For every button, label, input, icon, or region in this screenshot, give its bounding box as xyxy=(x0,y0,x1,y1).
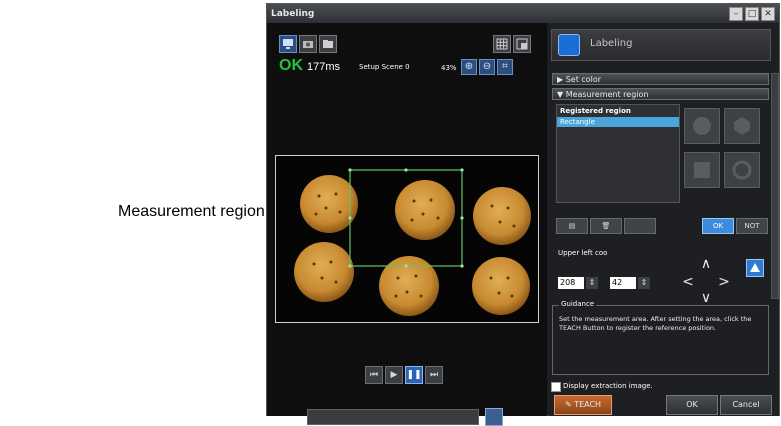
teach-button[interactable]: ✎ TEACH xyxy=(554,395,612,415)
cracker-6 xyxy=(472,257,530,315)
edit-region-button[interactable]: ▤ xyxy=(556,218,588,234)
ok-button[interactable]: OK xyxy=(666,395,718,415)
arrow-right-icon[interactable]: > xyxy=(716,275,732,289)
pause-button[interactable]: ❚❚ xyxy=(405,366,423,384)
settings-pane: Labeling ▶ Set color ▼ Measurement regio… xyxy=(548,23,779,416)
fit-to-window-icon[interactable]: ⌗ xyxy=(497,59,513,75)
camera-icon[interactable] xyxy=(299,35,317,53)
image-slider[interactable] xyxy=(307,409,479,425)
close-button[interactable]: ✕ xyxy=(761,6,775,21)
cracker-4 xyxy=(294,242,354,302)
region-ok-button[interactable]: OK xyxy=(702,218,734,234)
blank-region-button[interactable] xyxy=(624,218,656,234)
window-title: Labeling xyxy=(271,8,315,19)
camera-image[interactable] xyxy=(275,155,539,323)
pencil-icon: ✎ xyxy=(564,400,575,409)
processing-time: 177ms xyxy=(307,61,341,73)
panel-title: Labeling xyxy=(590,38,633,49)
region-not-button[interactable]: NOT xyxy=(736,218,768,234)
grid-icon[interactable] xyxy=(493,35,511,53)
arrow-left-icon[interactable]: < xyxy=(680,275,696,289)
rectangle-shape-button[interactable] xyxy=(684,152,720,188)
move-up-icon[interactable] xyxy=(746,259,764,277)
polygon-icon xyxy=(734,117,750,135)
display-extraction-checkbox[interactable] xyxy=(551,382,561,392)
ring-icon xyxy=(732,160,752,180)
maximize-button[interactable]: □ xyxy=(745,6,759,21)
upper-left-label: Upper left coo xyxy=(558,249,608,257)
folder-icon[interactable] xyxy=(319,35,337,53)
ring-shape-button[interactable] xyxy=(724,152,760,188)
labeling-window: Labeling – □ ✕ OK 177ms Setup Scene 0 43… xyxy=(266,3,780,426)
y-spinner[interactable]: ⇕ xyxy=(638,277,650,289)
slider-action-button[interactable] xyxy=(485,408,503,426)
cracker-2 xyxy=(395,180,455,240)
settings-scrollbar[interactable] xyxy=(771,73,779,299)
registered-region-list[interactable]: Registered region Rectangle xyxy=(556,104,680,203)
measurement-region-section[interactable]: ▼ Measurement region xyxy=(552,88,769,100)
cracker-1 xyxy=(300,175,358,233)
minimize-button[interactable]: – xyxy=(729,6,743,21)
play-button[interactable]: ▶ xyxy=(385,366,403,384)
registered-region-header: Registered region xyxy=(560,107,631,115)
image-view-pane: OK 177ms Setup Scene 0 43% ⊕ ⊖ ⌗ ⏮ ▶ ❚❚ … xyxy=(267,23,547,426)
zoom-level: 43% xyxy=(441,64,457,72)
next-frame-button[interactable]: ⏭ xyxy=(425,366,443,384)
circle-icon xyxy=(693,117,711,135)
x-coordinate-input[interactable]: 208 xyxy=(558,277,584,289)
title-bar: Labeling – □ ✕ xyxy=(267,4,779,23)
labeling-icon xyxy=(558,34,580,56)
arrow-up-icon[interactable]: ∧ xyxy=(698,257,714,271)
cancel-button[interactable]: Cancel xyxy=(720,395,772,415)
rectangle-icon xyxy=(694,162,710,178)
x-spinner[interactable]: ⇕ xyxy=(586,277,598,289)
cracker-image xyxy=(294,168,531,316)
monitor-icon[interactable] xyxy=(279,35,297,53)
previous-frame-button[interactable]: ⏮ xyxy=(365,366,383,384)
window-icon[interactable] xyxy=(513,35,531,53)
set-color-section[interactable]: ▶ Set color xyxy=(552,73,769,85)
panel-header: Labeling xyxy=(551,29,771,61)
zoom-in-icon[interactable]: ⊕ xyxy=(461,59,477,75)
polygon-shape-button[interactable] xyxy=(724,108,760,144)
guidance-box: Guidance Set the measurement area. After… xyxy=(552,300,769,375)
cracker-5 xyxy=(379,256,439,316)
cracker-3 xyxy=(473,187,531,245)
zoom-out-icon[interactable]: ⊖ xyxy=(479,59,495,75)
measurement-region-callout: Measurement region xyxy=(118,203,265,220)
guidance-legend: Guidance xyxy=(559,300,597,308)
list-item[interactable]: Rectangle xyxy=(557,117,679,127)
display-extraction-label: Display extraction image. xyxy=(563,382,653,390)
arrow-down-icon[interactable]: ∨ xyxy=(698,291,714,305)
delete-region-icon[interactable]: 🗑 xyxy=(590,218,622,234)
judgement-result: OK xyxy=(279,57,303,74)
y-coordinate-input[interactable]: 42 xyxy=(610,277,636,289)
scene-name: Setup Scene 0 xyxy=(359,63,410,71)
guidance-text: Set the measurement area. After setting … xyxy=(559,315,752,332)
circle-shape-button[interactable] xyxy=(684,108,720,144)
